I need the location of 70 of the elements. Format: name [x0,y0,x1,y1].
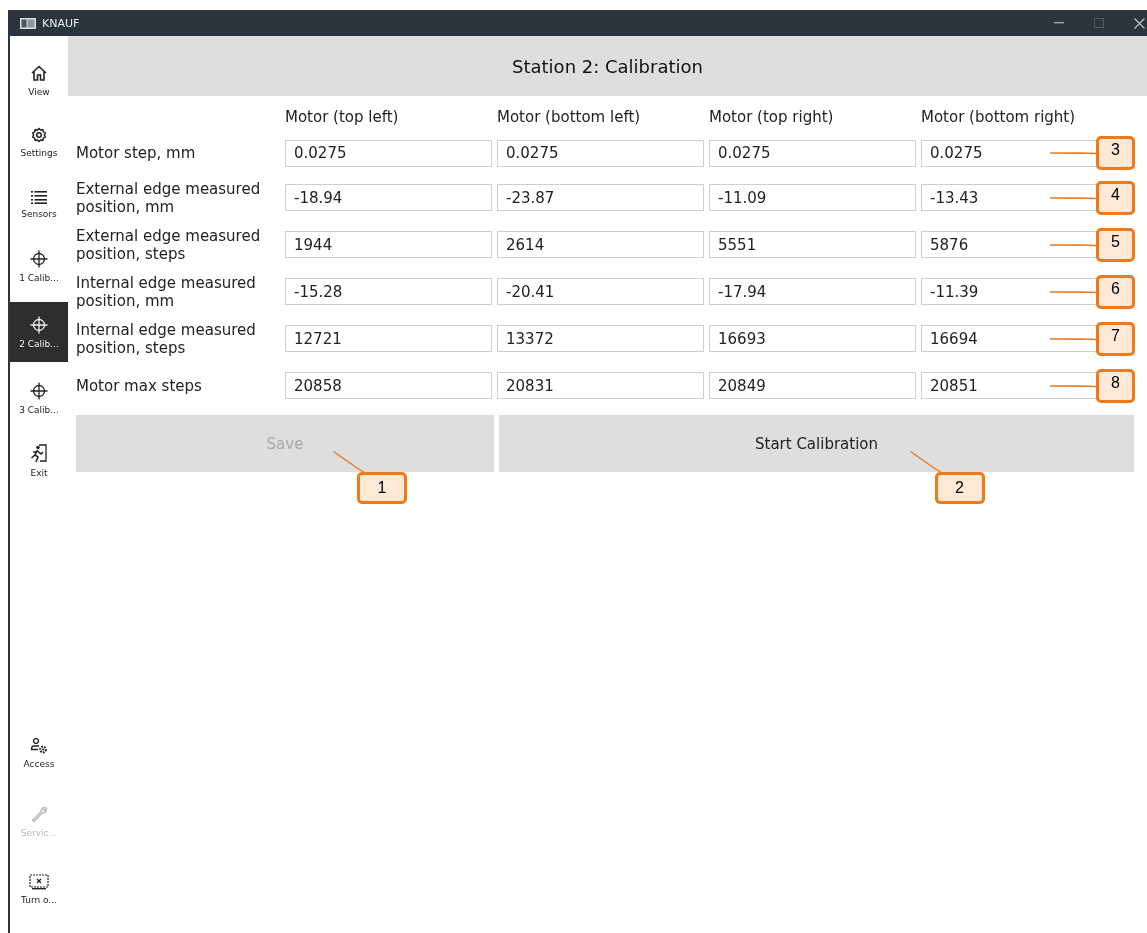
input-field[interactable]: 0.0275 [285,139,492,167]
gear-icon [31,126,47,143]
input-field[interactable]: 16693 [709,325,916,352]
callout-tooltip: 5 [1096,227,1135,262]
callout-tooltip: 8 [1096,368,1135,403]
sidebar-item[interactable]: Turn o... [10,863,68,915]
app-icon [20,17,36,29]
sidebar-item[interactable]: 2 Calib... [10,302,68,362]
column-header: Motor (top left) [285,108,400,126]
crosshair-icon [30,381,48,400]
sidebar-item[interactable]: Access [10,727,68,779]
row-label: External edge measured position, steps [76,226,262,263]
sidebar-item[interactable]: 1 Calib... [10,240,68,292]
wrench-icon [30,804,48,823]
row-label: External edge measured position, mm [76,179,262,216]
input-field[interactable]: 12721 [285,325,492,352]
input-field[interactable]: -11.09 [709,184,916,211]
callout-tooltip: 4 [1096,180,1135,215]
sidebar-item[interactable]: Exit [10,434,68,486]
input-field[interactable]: 20858 [285,372,492,399]
exit-icon [30,442,48,463]
screen-off-icon [29,873,49,890]
input-field[interactable]: 5551 [709,231,916,258]
leader-line [1050,195,1096,200]
column-header: Motor (bottom left) [497,108,642,126]
input-field[interactable]: 20849 [709,372,916,399]
input-field[interactable]: -17.94 [709,278,916,305]
callout-tooltip: 7 [1096,321,1135,356]
start-button[interactable]: Start Calibration [499,415,1134,472]
crosshair-icon [30,315,48,334]
close-icon[interactable] [1134,17,1145,29]
leader-line [1050,289,1096,294]
minimize-icon[interactable] [1054,22,1064,24]
input-field[interactable]: 1944 [285,231,492,258]
column-header: Motor (top right) [709,108,835,126]
column-header: Motor (bottom right) [921,108,1077,126]
callout-tooltip: 2 [934,472,985,504]
window-title: KNAUF [42,16,80,30]
input-field[interactable]: 2614 [497,231,704,258]
input-field[interactable]: 0.0275 [497,139,704,167]
row-label: Motor max steps [76,376,203,395]
leader-line [1050,383,1096,388]
home-icon [30,63,48,82]
input-field[interactable]: -23.87 [497,184,704,211]
sidebar-item[interactable]: 3 Calib... [10,372,68,424]
row-label: Internal edge measured position, mm [76,273,257,310]
input-field[interactable]: 20831 [497,372,704,399]
leader-line [1050,151,1096,155]
leader-line [333,451,365,473]
leader-line [909,451,942,473]
input-field[interactable]: -18.94 [285,184,492,211]
input-field[interactable]: 0.0275 [709,139,916,167]
sidebar-item[interactable]: Settings [10,116,68,168]
callout-tooltip: 3 [1096,136,1135,170]
input-field[interactable]: 13372 [497,325,704,352]
page-title: Station 2: Calibration [512,55,703,77]
row-label: Internal edge measured position, steps [76,320,257,357]
callout-tooltip: 1 [357,472,407,504]
input-field[interactable]: -20.41 [497,278,704,305]
sidebar-item[interactable]: View [10,54,68,106]
row-label: Motor step, mm [76,144,197,162]
maximize-icon[interactable] [1094,18,1104,28]
leader-line [1050,242,1096,247]
list-icon [31,189,47,204]
user-gear-icon [30,737,48,754]
leader-line [1050,336,1096,341]
callout-tooltip: 6 [1096,274,1135,309]
input-field[interactable]: -15.28 [285,278,492,305]
crosshair-icon [30,249,48,268]
sidebar-item[interactable]: Sensors [10,178,68,230]
